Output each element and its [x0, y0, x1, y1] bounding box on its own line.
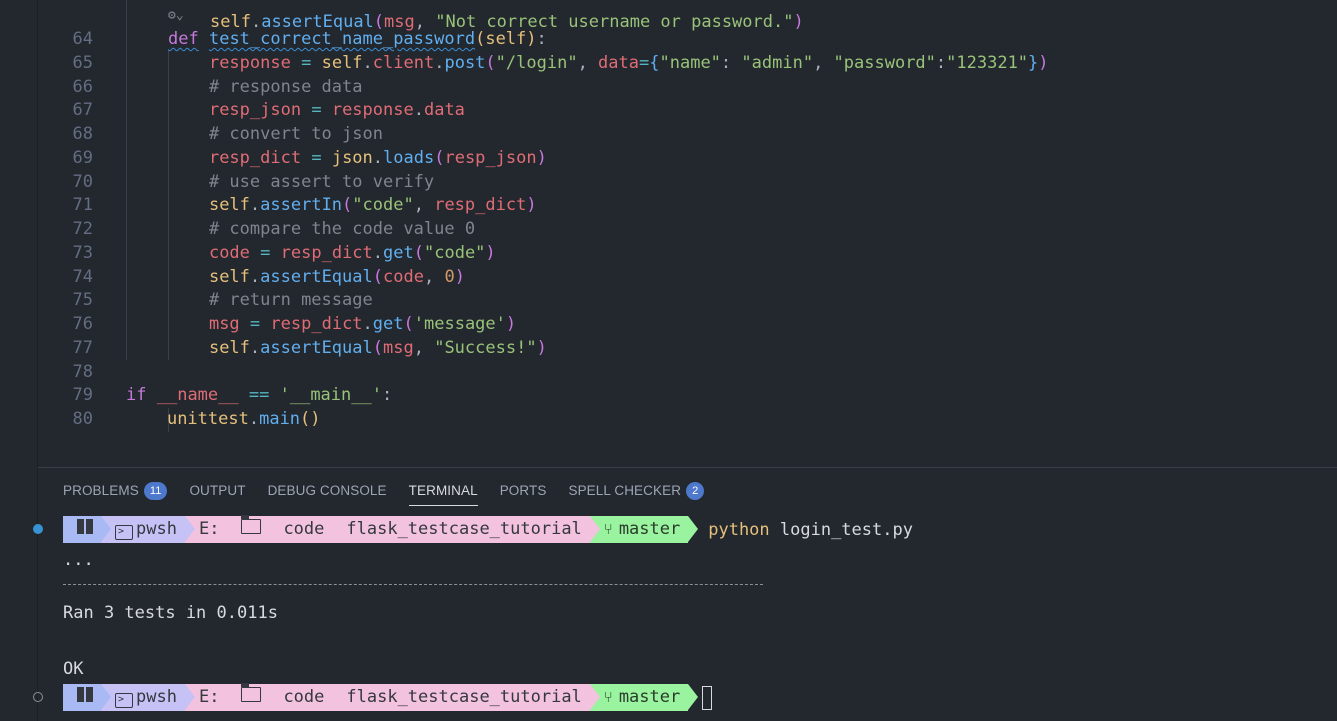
prompt-segment-git: ⑂ master — [589, 516, 699, 543]
code-line[interactable]: 69 resp_dict = json.loads(resp_json) — [38, 146, 1337, 170]
folder-icon — [241, 515, 262, 534]
command-pending-dot[interactable] — [33, 692, 43, 702]
line-number: 65 — [72, 52, 93, 73]
line-number: 72 — [72, 219, 93, 239]
line-code: # convert to json — [208, 124, 383, 144]
line-number: 78 — [72, 361, 93, 382]
code-line[interactable]: 66 # response data — [38, 75, 1337, 99]
code-line[interactable]: 78 — [38, 360, 1337, 384]
line-number: 77 — [72, 337, 93, 358]
line-code: # compare the code value 0 — [208, 219, 476, 239]
code-line[interactable]: 68 # convert to json — [38, 122, 1337, 146]
line-number: 76 — [72, 314, 93, 334]
command-success-dot[interactable] — [33, 524, 43, 534]
terminal-prompt: > pwsh E: code flask_testcase_tutorial ⑂ m… — [33, 515, 913, 543]
line-code: def test_correct_name_password(self): — [168, 29, 547, 49]
code-line[interactable]: 80 unittest.main() — [38, 407, 1337, 431]
line-number: 66 — [72, 76, 93, 97]
code-line[interactable]: 70 # use assert to verify — [38, 170, 1337, 194]
code-line[interactable]: 64 def test_correct_name_password(self): — [38, 27, 1337, 51]
line-code: resp_json = response.data — [208, 100, 465, 121]
terminal-output-ok: OK — [63, 659, 84, 679]
line-number: 70 — [72, 171, 93, 192]
line-code: resp_dict = json.loads(resp_json) — [208, 147, 547, 168]
line-number: 74 — [72, 266, 93, 287]
code-line[interactable]: 76 msg = resp_dict.get('message') — [38, 312, 1337, 336]
code-line[interactable]: 65 response = self.client.post("/login",… — [38, 51, 1337, 75]
code-lens-icon[interactable]: ⚙︎⌄ — [168, 8, 184, 23]
code-line[interactable]: 72 # compare the code value 0 — [38, 217, 1337, 241]
line-number: 71 — [72, 195, 93, 216]
git-branch-icon: ⑂ — [603, 520, 613, 538]
line-number: 67 — [72, 100, 93, 121]
prompt-segment-os — [63, 684, 111, 711]
prompt-segment-shell: > pwsh — [101, 684, 195, 711]
git-branch-icon: ⑂ — [603, 688, 613, 706]
terminal-prompt: > pwsh E: code flask_testcase_tutorial ⑂ m… — [33, 683, 713, 711]
prompt-segment-dir: flask_testcase_tutorial — [332, 684, 601, 711]
line-code: # response data — [208, 76, 363, 97]
code-line[interactable]: 73 code = resp_dict.get("code") — [38, 241, 1337, 265]
code-line[interactable]: 77 self.assertEqual(msg, "Success!") — [38, 336, 1337, 360]
terminal-command: python login_test.py — [708, 519, 913, 540]
terminal[interactable]: > pwsh E: code flask_testcase_tutorial ⑂ m… — [33, 468, 1337, 721]
line-number: 73 — [72, 242, 93, 263]
line-code: # return message — [208, 290, 373, 311]
code-line[interactable]: 75 # return message — [38, 288, 1337, 312]
windows-icon — [77, 519, 93, 534]
line-number: 68 — [72, 124, 93, 144]
terminal-icon: > — [115, 693, 133, 708]
line-code: response = self.client.post("/login", da… — [208, 52, 1049, 73]
code-line[interactable]: 71 self.assertIn("code", resp_dict) — [38, 193, 1337, 217]
terminal-icon: > — [115, 525, 133, 540]
code-line[interactable]: 79 if __name__ == '__main__': — [38, 383, 1337, 407]
line-code: if __name__ == '__main__': — [126, 385, 393, 406]
line-number: 80 — [72, 409, 93, 429]
line-code: self.assertEqual(msg, "Success!") — [208, 337, 547, 358]
windows-icon — [77, 687, 93, 702]
terminal-cursor[interactable] — [702, 685, 713, 710]
folder-icon — [241, 683, 262, 702]
code-line[interactable]: 74 self.assertEqual(code, 0) — [38, 265, 1337, 289]
line-code: msg = resp_dict.get('message') — [208, 314, 517, 334]
code-line-partial: self.assertEqual(msg, "Not correct usern… — [210, 12, 804, 32]
prompt-segment-shell: > pwsh — [101, 516, 195, 543]
terminal-output-ran: Ran 3 tests in 0.011s — [63, 603, 278, 623]
terminal-output-separator — [63, 584, 763, 585]
prompt-segment-git: ⑂ master — [589, 684, 699, 711]
line-number: 79 — [72, 385, 93, 406]
line-code: unittest.main() — [166, 409, 321, 429]
code-line[interactable]: 67 resp_json = response.data — [38, 98, 1337, 122]
line-number: 69 — [72, 147, 93, 168]
prompt-segment-os — [63, 516, 111, 543]
line-code: # use assert to verify — [208, 171, 435, 192]
line-code: self.assertIn("code", resp_dict) — [208, 195, 537, 216]
line-code: code = resp_dict.get("code") — [208, 242, 496, 263]
prompt-segment-dir: flask_testcase_tutorial — [332, 516, 601, 543]
line-code: self.assertEqual(code, 0) — [208, 266, 465, 287]
activity-bar — [0, 0, 38, 721]
code-editor[interactable]: self.assertEqual(msg, "Not correct usern… — [38, 0, 1337, 467]
line-number: 64 — [72, 29, 93, 49]
bottom-panel: PROBLEMS 11 OUTPUT DEBUG CONSOLE TERMINAL POR… — [33, 467, 1337, 721]
terminal-output-dots: ... — [63, 550, 94, 570]
line-number: 75 — [72, 290, 93, 311]
